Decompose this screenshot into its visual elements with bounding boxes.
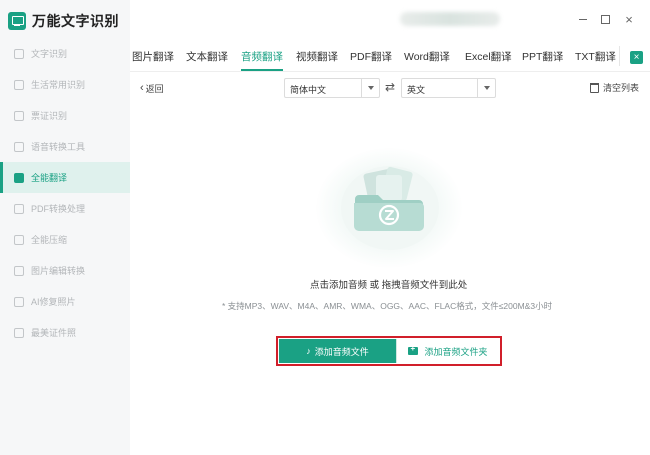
sidebar-item-label: 文字识别 xyxy=(31,49,68,59)
tab-image-translate[interactable]: 图片翻译 xyxy=(132,49,174,64)
sidebar-item-label: 语音转换工具 xyxy=(31,142,86,152)
title-bar: × xyxy=(130,0,650,40)
image-edit-icon xyxy=(14,265,24,276)
pdf-icon xyxy=(14,203,24,214)
add-audio-file-label: 添加音频文件 xyxy=(314,346,369,357)
close-icon[interactable]: × xyxy=(622,12,636,27)
target-language-value: 英文 xyxy=(407,85,426,95)
music-note-icon: ♪ xyxy=(306,346,311,356)
sidebar-item-label: 全能压缩 xyxy=(31,235,68,245)
voice-icon xyxy=(14,141,24,152)
audio-folder-icon[interactable] xyxy=(350,165,428,235)
app-name: 万能文字识别 xyxy=(32,13,119,29)
ticket-icon xyxy=(14,110,24,121)
sidebar-item-image-edit[interactable]: 图片编辑转换 xyxy=(0,255,130,286)
sidebar-item-label: 票证识别 xyxy=(31,111,68,121)
sidebar-item-label: 生活常用识别 xyxy=(31,80,86,90)
scan-icon xyxy=(14,79,24,90)
add-audio-folder-button[interactable]: 添加音频文件夹 xyxy=(396,339,499,363)
tab-word-translate[interactable]: Word翻译 xyxy=(404,49,450,64)
tab-pdf-translate[interactable]: PDF翻译 xyxy=(350,49,392,64)
sidebar-item-label: 全能翻译 xyxy=(31,173,68,183)
back-button[interactable]: ‹ 返回 xyxy=(140,82,164,95)
blurred-title xyxy=(400,12,500,26)
target-language-select[interactable]: 英文 xyxy=(401,78,496,98)
swap-languages-icon[interactable]: ⇄ xyxy=(385,80,395,94)
sidebar-item-label: 图片编辑转换 xyxy=(31,266,86,276)
sidebar-item-id-photo[interactable]: 最美证件照 xyxy=(0,317,130,348)
minimize-icon[interactable] xyxy=(576,12,590,26)
add-audio-folder-label: 添加音频文件夹 xyxy=(424,346,488,357)
sidebar-item-ticket-recognition[interactable]: 票证识别 xyxy=(0,100,130,131)
add-audio-file-button[interactable]: ♪ 添加音频文件 xyxy=(279,339,396,363)
tab-text-translate[interactable]: 文本翻译 xyxy=(186,49,228,64)
sidebar-item-label: 最美证件照 xyxy=(31,328,77,338)
tab-txt-translate[interactable]: TXT翻译 xyxy=(575,49,616,64)
chevron-down-icon xyxy=(361,79,379,97)
source-language-select[interactable]: 简体中文 xyxy=(284,78,380,98)
tab-ppt-translate[interactable]: PPT翻译 xyxy=(522,49,563,64)
sidebar-item-label: PDF转换处理 xyxy=(31,204,86,214)
chevron-left-icon: ‹ xyxy=(140,82,144,94)
sidebar-item-ai-photo[interactable]: AI修复照片 xyxy=(0,286,130,317)
brand: 万能文字识别 xyxy=(8,10,119,32)
translate-tabs: 图片翻译 文本翻译 音频翻译 视频翻译 PDF翻译 Word翻译 Excel翻译… xyxy=(130,44,650,72)
sidebar-item-life-recognition[interactable]: 生活常用识别 xyxy=(0,69,130,100)
clear-list-label: 清空列表 xyxy=(603,83,640,93)
trash-icon xyxy=(590,82,599,93)
compress-icon xyxy=(14,234,24,245)
text-recognition-icon xyxy=(14,48,24,59)
sidebar-item-label: AI修复照片 xyxy=(31,297,76,307)
source-language-value: 简体中文 xyxy=(290,85,327,95)
sidebar-item-text-recognition[interactable]: 文字识别 xyxy=(0,38,130,69)
clear-list-button[interactable]: 清空列表 xyxy=(590,81,639,94)
back-label: 返回 xyxy=(145,84,164,94)
tab-divider xyxy=(619,46,620,66)
maximize-icon[interactable] xyxy=(598,12,612,26)
sidebar-nav: 文字识别 生活常用识别 票证识别 语音转换工具 全能翻译 PDF转换处理 全能压… xyxy=(0,38,130,348)
translate-icon xyxy=(14,172,24,183)
tab-excel-translate[interactable]: Excel翻译 xyxy=(465,49,512,64)
app-logo-icon xyxy=(8,12,26,30)
dropzone-tip: 点击添加音频 或 拖拽音频文件到此处 xyxy=(310,280,468,291)
chevron-down-icon xyxy=(477,79,495,97)
tab-video-translate[interactable]: 视频翻译 xyxy=(296,49,338,64)
supported-formats: * 支持MP3、WAV、M4A、AMR、WMA、OGG、AAC、FLAC格式，文… xyxy=(222,301,553,311)
sidebar-item-translate[interactable]: 全能翻译 xyxy=(0,162,130,193)
sidebar-item-voice-tools[interactable]: 语音转换工具 xyxy=(0,131,130,162)
id-photo-icon xyxy=(14,327,24,338)
tab-audio-translate[interactable]: 音频翻译 xyxy=(241,49,283,71)
sidebar-item-compress[interactable]: 全能压缩 xyxy=(0,224,130,255)
sidebar-item-pdf[interactable]: PDF转换处理 xyxy=(0,193,130,224)
tab-close-icon[interactable]: × xyxy=(630,51,643,64)
sidebar: 万能文字识别 文字识别 生活常用识别 票证识别 语音转换工具 全能翻译 PDF转… xyxy=(0,0,130,455)
ai-photo-icon xyxy=(14,296,24,307)
folder-add-icon xyxy=(408,344,419,355)
